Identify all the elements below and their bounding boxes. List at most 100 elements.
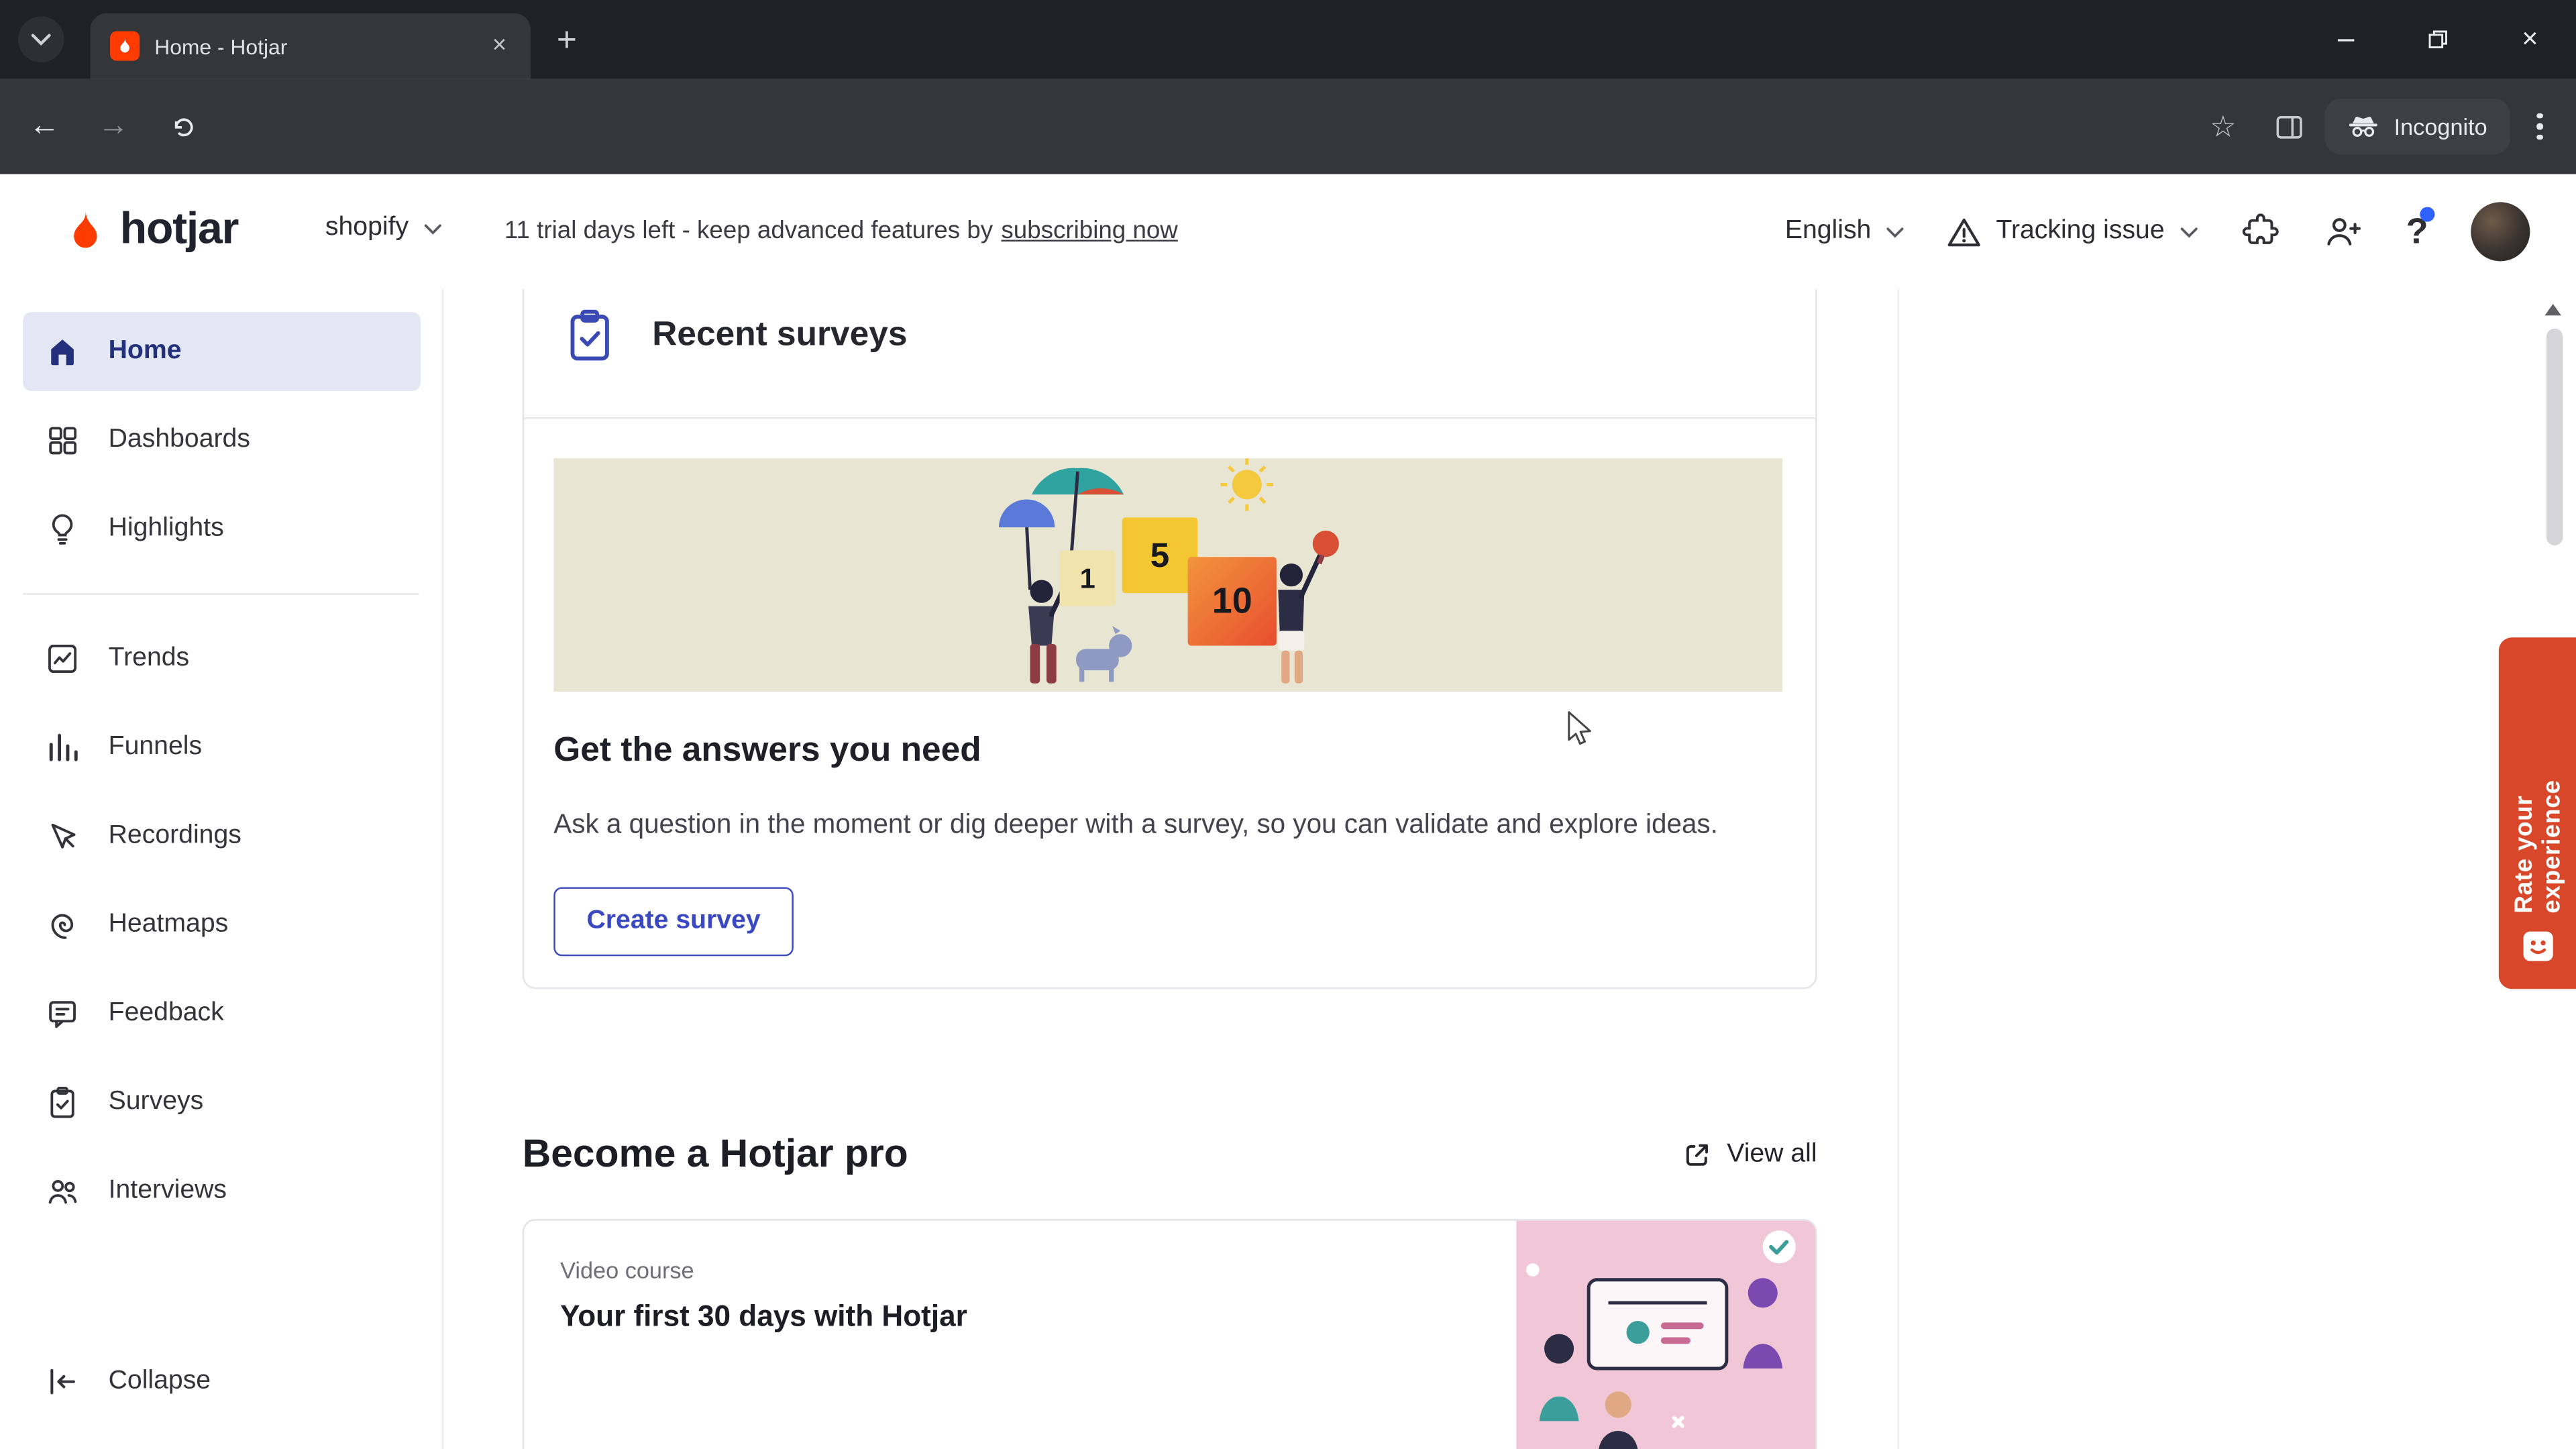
browser-tab[interactable]: Home - Hotjar × [90,13,531,79]
chevron-down-icon [424,223,441,234]
interviews-icon [44,1173,80,1210]
surveys-card-icon [570,309,609,361]
sidebar-item-label: Feedback [108,998,224,1027]
recordings-icon [44,818,80,855]
reload-button[interactable] [153,97,212,156]
sidebar-item-dashboards[interactable]: Dashboards [23,401,421,480]
window-close-button[interactable]: × [2484,0,2576,79]
scrollbar-up-arrow[interactable] [2540,296,2566,322]
new-tab-button[interactable]: + [549,23,585,59]
sidebar-divider [23,593,419,595]
recent-surveys-card: Recent surveys 1 5 10 Get the answers yo… [522,289,1817,989]
hotjar-flame-icon [74,209,97,248]
screen: Home - Hotjar × + × ← → insights.hotjar.… [0,0,2576,1449]
invite-user-button[interactable] [2322,212,2363,252]
sidebar-item-feedback[interactable]: Feedback [23,974,421,1053]
sidebar-item-highlights[interactable]: Highlights [23,490,421,569]
funnels-icon [44,729,80,765]
sidebar-item-heatmaps[interactable]: Heatmaps [23,885,421,965]
pro-course-card[interactable]: Video course Your first 30 days with Hot… [522,1219,1817,1449]
sidebar-item-label: Interviews [108,1176,227,1205]
bookmark-star-icon[interactable]: ☆ [2194,97,2253,156]
trends-icon [44,641,80,677]
sidebar-item-home[interactable]: Home [23,312,421,391]
course-title: Your first 30 days with Hotjar [560,1299,967,1333]
tracking-issue-dropdown[interactable]: Tracking issue [1947,216,2198,248]
side-panel-icon[interactable] [2259,97,2318,156]
sidebar-item-surveys[interactable]: Surveys [23,1063,421,1142]
main-content: Recent surveys 1 5 10 Get the answers yo… [443,289,2576,1449]
pro-section-title: Become a Hotjar pro [522,1132,908,1177]
sidebar-item-interviews[interactable]: Interviews [23,1152,421,1231]
rate-experience-tab[interactable]: Rate your experience [2498,637,2576,989]
small-umbrella-shape [998,499,1055,590]
notification-dot [2420,207,2435,222]
empty-state-heading: Get the answers you need [553,731,981,769]
tab-title: Home - Hotjar [154,34,288,58]
forward-button[interactable]: → [84,97,143,156]
incognito-icon [2349,116,2378,137]
back-button[interactable]: ← [15,97,74,156]
window-controls: × [2300,0,2576,79]
scrollbar-thumb[interactable] [2546,328,2563,546]
monitor-shape [1587,1278,1729,1371]
sidebar: Home Dashboards Highlights Trends Funnel… [0,289,444,1449]
pro-section-header: Become a Hotjar pro View all [523,1119,1817,1191]
view-all-link[interactable]: View all [1682,1140,1817,1170]
site-selector[interactable]: shopify [325,213,441,243]
empty-state-body: Ask a question in the moment or dig deep… [553,810,1718,840]
sun-shape [1220,458,1273,511]
trial-banner: 11 trial days left - keep advanced featu… [504,217,1178,245]
feedback-icon [44,996,80,1032]
sidebar-item-label: Recordings [108,821,241,850]
subscribe-now-link[interactable]: subscribing now [1001,217,1177,245]
header-actions: English Tracking issue ? [1785,174,2530,289]
tab-search-button[interactable] [17,16,64,63]
external-link-icon [1686,1144,1709,1166]
lightbulb-icon [44,511,80,547]
integrations-button[interactable] [2240,212,2279,252]
sidebar-item-label: Dashboards [108,425,250,453]
help-button[interactable]: ? [2406,207,2435,253]
sidebar-item-funnels[interactable]: Funnels [23,708,421,788]
window-restore-button[interactable] [2392,0,2484,79]
sidebar-item-label: Home [108,337,182,365]
score-number-1: 1 [1080,563,1095,594]
incognito-badge: Incognito [2324,98,2511,155]
sidebar-collapse-button[interactable]: Collapse [23,1342,421,1421]
sidebar-item-label: Surveys [108,1087,204,1116]
toolbar-right: ☆ Incognito [2194,79,2563,174]
language-selector[interactable]: English [1785,217,1904,246]
dog-shape [1076,626,1132,682]
site-selector-value: shopify [325,213,409,241]
content-right-divider [1897,289,1900,1449]
collapse-icon [44,1364,80,1400]
score-number-5: 5 [1150,535,1170,574]
sidebar-item-recordings[interactable]: Recordings [23,797,421,876]
user-avatar[interactable] [2471,202,2530,262]
incognito-label: Incognito [2394,113,2487,140]
create-survey-button[interactable]: Create survey [553,887,794,957]
logo-wordmark: hotjar [119,203,239,254]
language-value: English [1784,217,1872,245]
rate-experience-label: Rate your experience [2509,780,2566,914]
browser-tabstrip: Home - Hotjar × + × [0,0,2576,79]
chevron-down-icon [2180,227,2197,237]
browser-menu-button[interactable] [2517,113,2563,140]
hotjar-logo[interactable]: hotjar [62,203,239,255]
trial-text: 11 trial days left - keep advanced featu… [504,217,994,245]
card-title: Recent surveys [652,315,908,354]
surveys-icon [44,1084,80,1120]
view-all-label: View all [1727,1140,1817,1169]
app-header: hotjar shopify 11 trial days left - keep… [0,174,2576,290]
feedback-smiley-icon [2521,930,2554,971]
heatmaps-icon [44,907,80,943]
collapse-label: Collapse [108,1366,211,1395]
recent-surveys-header: Recent surveys [560,306,907,365]
sidebar-item-label: Trends [108,644,190,672]
window-minimize-button[interactable] [2300,0,2392,79]
sidebar-item-trends[interactable]: Trends [23,619,421,698]
reload-icon [174,117,193,136]
tab-close-button[interactable]: × [484,32,514,61]
tracking-issue-label: Tracking issue [1996,217,2165,245]
